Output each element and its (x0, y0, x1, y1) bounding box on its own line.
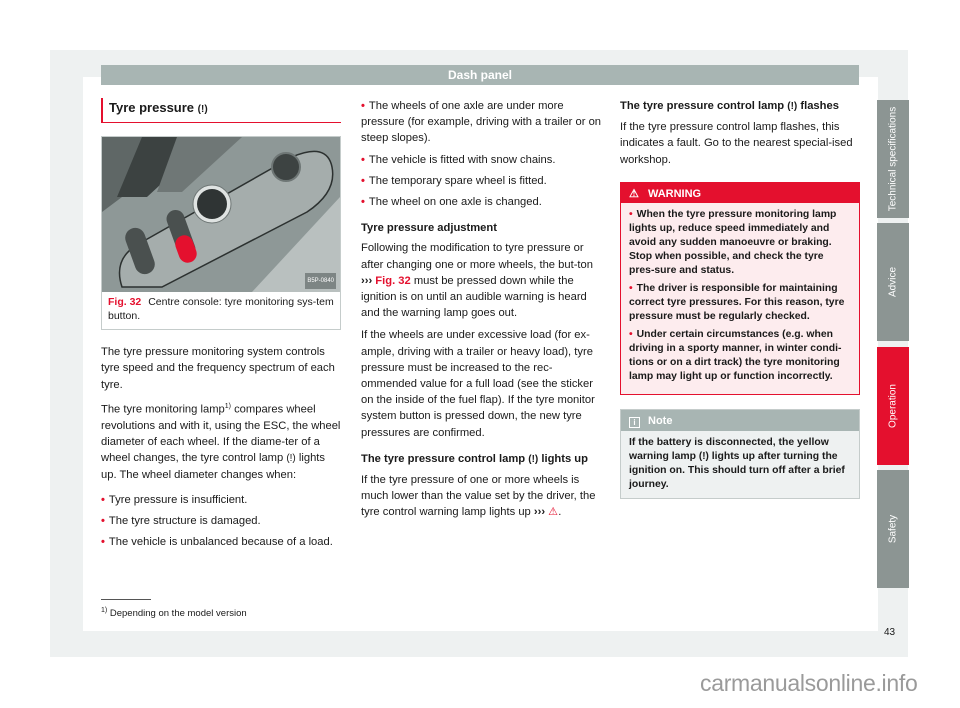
warning-link-icon[interactable]: ⚠ (548, 506, 558, 518)
note-header: i Note (621, 409, 859, 431)
paragraph: If the tyre pressure control lamp flashe… (620, 121, 853, 166)
bullet-icon: • (101, 493, 105, 506)
column-3: The tyre pressure control lamp (!) flash… (620, 98, 860, 499)
tab-label: Operation (887, 384, 899, 428)
tab-technical-specifications[interactable]: Technical specifications (877, 100, 909, 218)
paragraph: The tyre monitoring lamp1) compares whee… (101, 399, 341, 484)
list-item: • The driver is responsible for maintaini… (629, 282, 851, 324)
ref-arrow-icon: ››› (361, 274, 373, 287)
tyre-pressure-icon: (!) (197, 104, 208, 115)
bullet-icon: • (361, 100, 365, 112)
list-item-text: The wheels of one axle are under more pr… (361, 100, 602, 145)
list-item: • Under certain circumstances (e.g. when … (629, 328, 851, 384)
page-number: 43 (884, 627, 896, 638)
tab-safety[interactable]: Safety (877, 470, 909, 588)
text: . (558, 506, 562, 519)
tab-operation[interactable]: Operation (877, 347, 909, 465)
watermark: carmanualsonline.info (700, 670, 918, 696)
list-item-text: Tyre pressure is insufficient. (108, 493, 248, 506)
subheading-flashes: The tyre pressure control lamp (!) flash… (620, 98, 860, 115)
list-item: • When the tyre pressure monitoring lamp … (629, 208, 851, 278)
section-title: Tyre pressure (!) (101, 98, 341, 124)
list-item: • Tyre pressure is insufficient. (101, 492, 341, 508)
list-item: • The wheel on one axle is changed. (361, 194, 606, 210)
warning-box: ⚠ WARNING • When the tyre pressure monito… (620, 181, 860, 395)
note-label: Note (648, 414, 673, 427)
list-item-text: The wheel on one axle is changed. (368, 196, 542, 209)
bullet-icon: • (361, 153, 365, 166)
list-item-text: The driver is responsible for maintainin… (629, 282, 845, 322)
list-item-text: The temporary spare wheel is fitted. (368, 174, 547, 187)
column-2: • The wheels of one axle are under more p… (361, 98, 606, 527)
tab-label: Safety (887, 514, 899, 544)
paragraph: The tyre pressure monitoring system cont… (101, 346, 335, 391)
warning-body: • When the tyre pressure monitoring lamp … (621, 203, 859, 394)
bullet-icon: • (629, 282, 633, 294)
figure-caption: Fig. 32 Centre console: tyre monitoring … (102, 292, 340, 329)
console-illustration (102, 137, 340, 293)
bullet-icon: • (629, 328, 633, 340)
tyre-pressure-icon: (!) (698, 450, 709, 462)
list-item-text: The tyre structure is damaged. (108, 514, 261, 527)
bullet-icon: • (629, 208, 633, 220)
paragraph: If the wheels are under excessive load (… (361, 329, 595, 439)
footnote-divider (101, 599, 151, 600)
text: lights up (538, 452, 588, 465)
subheading-adjustment: Tyre pressure adjustment (361, 222, 497, 235)
bullet-icon: • (361, 174, 365, 187)
list-item: • The temporary spare wheel is fitted. (361, 173, 606, 189)
figure-label: Fig. 32 (108, 296, 142, 309)
warning-icon: ⚠ (629, 187, 639, 200)
section-title-text: Tyre pressure (109, 100, 195, 115)
list-item-text: The vehicle is unbalanced because of a l… (108, 535, 333, 548)
tab-label: Technical specifications (887, 106, 899, 212)
list-item: • The vehicle is fitted with snow chains. (361, 152, 606, 168)
bullet-list: • Tyre pressure is insufficient. • The tyr… (101, 492, 341, 551)
note-box: i Note If the battery is disconnected, th… (620, 408, 860, 499)
subheading-lights-up: The tyre pressure control lamp (!) light… (361, 451, 606, 468)
list-item: • The tyre structure is damaged. (101, 513, 341, 529)
list-item-text: When the tyre pressure monitoring lamp l… (629, 208, 837, 276)
list-item-text: Under certain circumstances (e.g. when d… (629, 328, 842, 382)
footnote: 1) Depending on the model version (101, 607, 247, 619)
tab-advice[interactable]: Advice (877, 223, 909, 341)
footnote-text: Depending on the model version (109, 608, 247, 620)
image-code: B5P-0840 (305, 273, 336, 290)
tyre-pressure-icon: (!) (787, 101, 798, 112)
text: The tyre pressure control lamp (361, 452, 529, 465)
info-icon: i (629, 416, 640, 428)
text: Following the modification to tyre press… (361, 242, 593, 271)
bullet-icon: • (101, 514, 105, 527)
footnote-marker: 1) (101, 607, 108, 614)
column-1: Tyre pressure (!) B5P-0840 Fig. 32 Centr… (101, 98, 341, 555)
centre-console-image: B5P-0840 (102, 137, 340, 293)
list-item: • The wheels of one axle are under more p… (361, 98, 606, 147)
paragraph: Following the modification to tyre press… (361, 240, 606, 321)
ref-arrow-icon: ››› (533, 506, 546, 519)
list-item: • The vehicle is unbalanced because of a … (101, 534, 341, 550)
bullet-list: • The wheels of one axle are under more p… (361, 98, 606, 210)
note-body: If the battery is disconnected, the yell… (621, 431, 859, 498)
figure-link[interactable]: Fig. 32 (375, 275, 410, 287)
tyre-pressure-icon: (!) (528, 453, 539, 465)
list-item-text: The vehicle is fitted with snow chains. (368, 153, 556, 166)
figure-32: B5P-0840 Fig. 32 Centre console: tyre mo… (101, 136, 341, 331)
bullet-icon: • (101, 535, 105, 548)
text: The tyre pressure control lamp (620, 100, 788, 112)
text: flashes (797, 100, 839, 112)
tyre-pressure-icon: (!) (286, 453, 296, 465)
warning-header: ⚠ WARNING (621, 182, 859, 203)
tab-label: Advice (887, 266, 899, 298)
figure-caption-text: Centre console: tyre monitoring sys-tem … (108, 296, 334, 322)
paragraph: If the tyre pressure of one or more whee… (361, 472, 606, 521)
bullet-icon: • (361, 196, 365, 209)
chapter-header: Dash panel (101, 65, 859, 85)
text: The tyre monitoring lamp (101, 403, 225, 416)
warning-label: WARNING (647, 187, 702, 200)
